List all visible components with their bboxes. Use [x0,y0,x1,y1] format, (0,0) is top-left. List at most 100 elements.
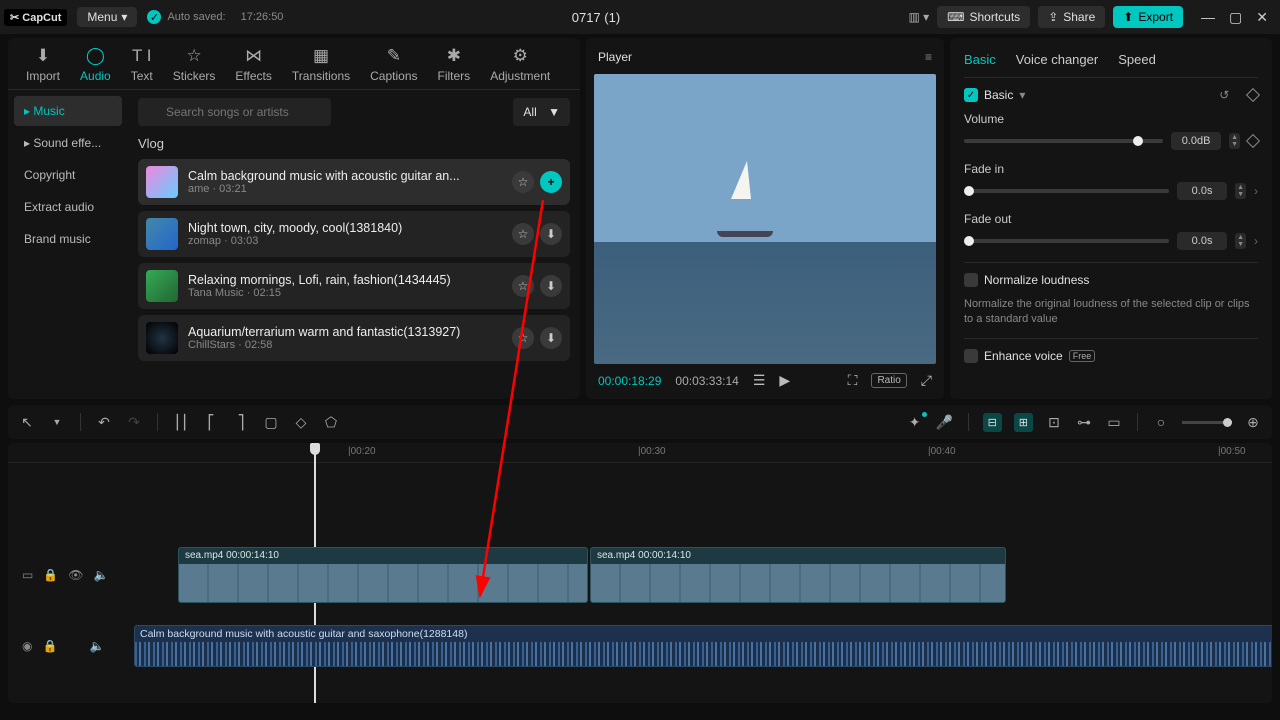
shortcuts-button[interactable]: ⌨Shortcuts [937,6,1030,28]
magic-icon[interactable]: ✦ [906,414,924,431]
mute-icon[interactable]: 🔈 [89,639,104,653]
zoom-out-icon[interactable]: ○ [1152,414,1170,430]
eye-icon[interactable]: 👁 [68,568,83,582]
minimize-button[interactable]: — [1201,9,1215,26]
tab-filters[interactable]: ✱Filters [428,38,481,89]
redo-button[interactable]: ↷ [125,414,143,431]
video-clip[interactable]: sea.mp4 00:00:14:10 [178,547,588,603]
fadeout-value[interactable]: 0.0s [1177,232,1227,250]
zoom-slider[interactable] [1182,421,1232,424]
normalize-checkbox[interactable] [964,273,978,287]
player-menu-icon[interactable]: ≡ [925,50,932,64]
sidebar-item-3[interactable]: Extract audio [14,192,122,222]
tab-import[interactable]: ⬇Import [16,38,70,89]
keyframe-icon[interactable] [1246,88,1260,102]
snap-icon-2[interactable]: ⊞ [1014,413,1033,432]
chevron-down-icon[interactable]: ▼ [48,417,66,427]
fadeout-stepper[interactable]: ▲▼ [1235,233,1246,249]
favorite-button[interactable]: ☆ [512,171,534,193]
close-button[interactable]: ✕ [1256,9,1268,26]
fadeout-slider[interactable] [964,239,1169,243]
flag-icon[interactable]: ⬠ [322,414,340,431]
music-track-item[interactable]: Calm background music with acoustic guit… [138,159,570,205]
tab-captions[interactable]: ✎Captions [360,38,427,89]
ratio-button[interactable]: Ratio [871,373,906,388]
timeline-ruler[interactable]: |00:20|00:30|00:40|00:50 [8,443,1272,463]
inspector-tab-speed[interactable]: Speed [1118,52,1156,67]
crop-icon[interactable]: ⛶ [848,372,858,389]
reset-icon[interactable]: ↺ [1219,88,1229,102]
fadein-value[interactable]: 0.0s [1177,182,1227,200]
track-thumbnail [146,166,178,198]
layout-icon[interactable]: ▥ ▾ [908,10,929,24]
normalize-label: Normalize loudness [984,273,1089,287]
list-icon[interactable]: ☰ [753,372,766,389]
delete-button[interactable]: ▢ [262,414,280,431]
favorite-button[interactable]: ☆ [512,275,534,297]
download-button[interactable]: ⬇ [540,275,562,297]
inspector-tab-voice-changer[interactable]: Voice changer [1016,52,1098,67]
search-input[interactable] [138,98,331,126]
link-icon[interactable]: ⊶ [1075,414,1093,431]
mic-icon[interactable]: 🎤 [936,414,954,431]
volume-stepper[interactable]: ▲▼ [1229,133,1240,149]
maximize-button[interactable]: ▢ [1229,9,1242,26]
volume-value[interactable]: 0.0dB [1171,132,1221,150]
tab-adjustment[interactable]: ⚙Adjustment [480,38,560,89]
favorite-button[interactable]: ☆ [512,223,534,245]
inspector-tab-basic[interactable]: Basic [964,52,996,67]
filter-all-button[interactable]: All ▼ [513,98,570,126]
music-track-item[interactable]: Night town, city, moody, cool(1381840)zo… [138,211,570,257]
chevron-right-icon[interactable]: › [1254,234,1258,248]
split-button[interactable]: ⎮⎮ [172,414,190,431]
preview-icon[interactable]: ▭ [1105,414,1123,431]
undo-button[interactable]: ↶ [95,414,113,431]
sidebar-item-0[interactable]: ▸ Music [14,96,122,126]
chevron-down-icon[interactable]: ▾ [1019,88,1025,102]
normalize-desc: Normalize the original loudness of the s… [964,297,1258,328]
magnet-icon[interactable]: ⊡ [1045,414,1063,431]
share-button[interactable]: ⇪Share [1038,6,1105,28]
basic-checkbox[interactable]: ✓ [964,88,978,102]
music-track-item[interactable]: Relaxing mornings, Lofi, rain, fashion(1… [138,263,570,309]
app-logo: ✂ CapCut [4,9,67,26]
tab-transitions[interactable]: ▦Transitions [282,38,360,89]
pointer-tool[interactable]: ↖ [18,414,36,431]
mute-icon[interactable]: 🔈 [94,568,109,582]
fadein-slider[interactable] [964,189,1169,193]
tab-text[interactable]: T IText [121,38,163,89]
keyboard-icon: ⌨ [947,10,964,24]
keyframe-icon[interactable] [1246,134,1260,148]
tab-effects[interactable]: ⋈Effects [225,38,281,89]
download-button[interactable]: ⬇ [540,223,562,245]
video-clip[interactable]: sea.mp4 00:00:14:10 [590,547,1006,603]
menu-button[interactable]: Menu▾ [77,7,137,27]
zoom-in-icon[interactable]: ⊕ [1244,414,1262,431]
sidebar-item-2[interactable]: Copyright [14,160,122,190]
audio-clip[interactable]: Calm background music with acoustic guit… [134,625,1272,667]
trim-right-button[interactable]: ⎤ [232,414,250,431]
lock-icon[interactable]: 🔒 [42,639,57,653]
trim-left-button[interactable]: ⎡ [202,414,220,431]
chevron-right-icon[interactable]: › [1254,184,1258,198]
favorite-button[interactable]: ☆ [512,327,534,349]
export-button[interactable]: ⬆Export [1113,6,1183,28]
fadein-stepper[interactable]: ▲▼ [1235,183,1246,199]
music-track-item[interactable]: Aquarium/terrarium warm and fantastic(13… [138,315,570,361]
play-button[interactable]: ▶ [779,372,790,389]
download-button[interactable]: ⬇ [540,327,562,349]
volume-slider[interactable] [964,139,1163,143]
sidebar-item-4[interactable]: Brand music [14,224,122,254]
tab-audio[interactable]: ◯Audio [70,38,121,89]
snap-icon-1[interactable]: ⊟ [983,413,1002,432]
track-thumbnail [146,322,178,354]
add-to-track-button[interactable]: + [540,171,562,193]
text-icon: T I [132,46,152,66]
marker-icon[interactable]: ◇ [292,414,310,431]
video-preview[interactable] [594,74,936,364]
enhance-checkbox[interactable] [964,349,978,363]
fullscreen-icon[interactable]: ⤢ [921,372,932,389]
sidebar-item-1[interactable]: ▸ Sound effe... [14,128,122,158]
lock-icon[interactable]: 🔒 [43,568,58,582]
tab-stickers[interactable]: ☆Stickers [163,38,226,89]
